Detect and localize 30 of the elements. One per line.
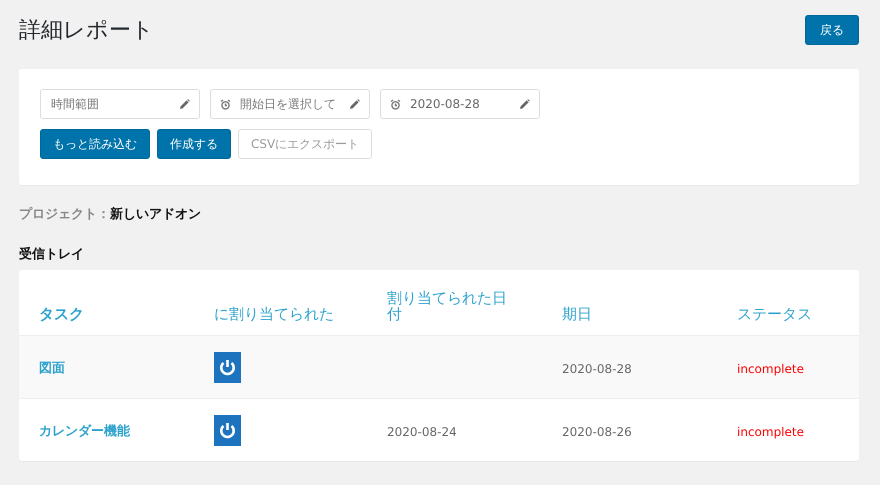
project-name: 新しいアドオン — [110, 207, 201, 222]
pencil-icon — [519, 99, 530, 110]
action-button[interactable]: 作成する — [157, 129, 231, 159]
alarm-clock-icon — [390, 99, 401, 110]
project-label: プロジェクト： — [19, 207, 110, 222]
pencil-icon — [349, 99, 360, 110]
alarm-clock-icon — [220, 99, 231, 110]
table-cell: 2020-08-26 — [562, 424, 632, 438]
action-button[interactable]: もっと読み込む — [40, 129, 150, 159]
date-field[interactable]: 開始日を選択して — [210, 89, 370, 119]
column-header: ステータス — [737, 306, 813, 322]
page-title: 詳細レポート — [19, 17, 154, 45]
status-text: incomplete — [737, 362, 804, 376]
pencil-icon — [179, 99, 190, 110]
column-header: 期日 — [562, 306, 593, 322]
avatar-icon — [214, 414, 241, 446]
column-header: に割り当てられた — [214, 306, 335, 322]
status-text: incomplete — [737, 424, 804, 438]
back-button[interactable]: 戻る — [805, 15, 859, 45]
column-header: 割り当てられた日付 — [387, 290, 508, 322]
date-field[interactable]: 2020-08-28 — [380, 89, 540, 119]
input-field[interactable]: 時間範囲 — [40, 89, 200, 119]
task-link[interactable]: 図面 — [39, 361, 65, 376]
avatar-icon — [214, 352, 241, 382]
column-header[interactable]: タスク — [39, 306, 169, 322]
table-cell: 2020-08-24 — [387, 424, 457, 438]
action-button[interactable]: CSVにエクスポート — [238, 129, 372, 159]
section-title: 受信トレイ — [19, 246, 85, 263]
table-cell: 2020-08-28 — [562, 362, 632, 376]
task-link[interactable]: カレンダー機能 — [39, 424, 130, 439]
